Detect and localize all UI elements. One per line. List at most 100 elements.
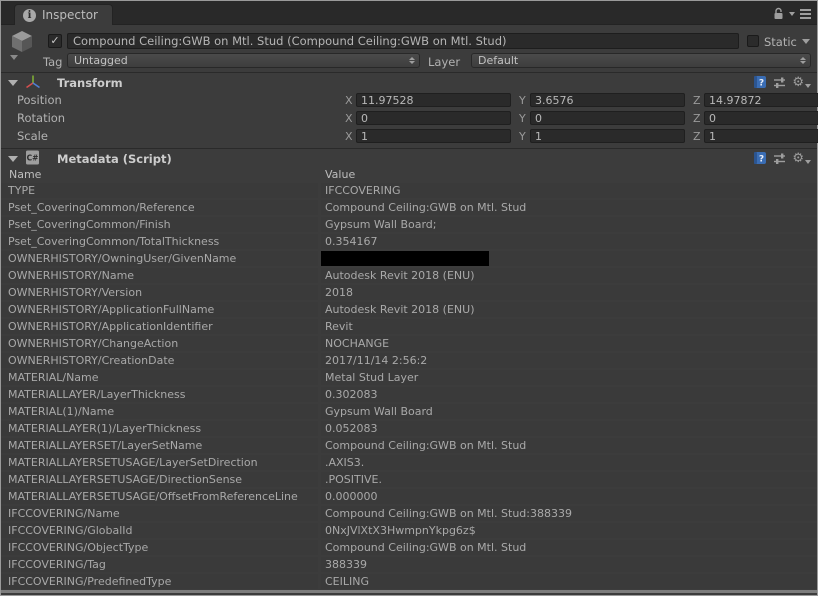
position-y-drag-label[interactable]: Y	[519, 94, 530, 107]
table-row: MATERIALLAYERSETUSAGE/LayerSetDirection.…	[1, 455, 817, 470]
row-value: 0.354167	[321, 234, 817, 249]
position-y-field[interactable]	[530, 93, 685, 107]
context-menu-gear-icon[interactable]: ⚙	[792, 76, 811, 89]
row-name: Pset_CoveringCommon/Finish	[1, 217, 318, 232]
row-value: Gypsum Wall Board;	[321, 217, 817, 232]
layer-label: Layer	[428, 55, 461, 69]
row-value: Gypsum Wall Board	[321, 404, 817, 419]
row-name: MATERIAL/Name	[1, 370, 318, 385]
rotation-row: Rotation X Y Z	[1, 109, 818, 127]
rotation-y-field[interactable]	[530, 111, 685, 125]
gameobject-cube-icon[interactable]	[10, 29, 34, 53]
row-name: IFCCOVERING/PredefinedType	[1, 574, 318, 589]
position-label: Position	[17, 93, 62, 107]
layer-dropdown[interactable]: Default	[471, 53, 811, 68]
table-row: OWNERHISTORY/Version 2018	[1, 285, 817, 300]
row-name: MATERIALLAYERSETUSAGE/OffsetFromReferenc…	[1, 489, 318, 504]
row-name: MATERIALLAYERSET/LayerSetName	[1, 438, 318, 453]
rotation-y-group: Y	[519, 111, 685, 125]
row-value	[321, 251, 817, 266]
table-row: MATERIAL/Name Metal Stud Layer	[1, 370, 817, 385]
row-value: 0.052083	[321, 421, 817, 436]
row-name: OWNERHISTORY/ApplicationIdentifier	[1, 319, 318, 334]
rotation-label: Rotation	[17, 111, 66, 125]
row-value: CEILING	[321, 574, 817, 589]
tab-inspector[interactable]: i Inspector	[14, 4, 113, 25]
position-x-drag-label[interactable]: X	[345, 94, 356, 107]
svg-text:?: ?	[759, 79, 764, 89]
transform-rows: Position X Y Z Rotation X Y Z Scale X Y Z	[1, 91, 818, 145]
rotation-z-field[interactable]	[704, 111, 818, 125]
presets-icon[interactable]	[773, 152, 786, 165]
position-z-drag-label[interactable]: Z	[693, 94, 704, 107]
position-z-group: Z	[693, 93, 818, 107]
position-y-group: Y	[519, 93, 685, 107]
row-name: OWNERHISTORY/Name	[1, 268, 318, 283]
layer-dropdown-arrows	[800, 57, 806, 64]
table-row: OWNERHISTORY/Name Autodesk Revit 2018 (EN…	[1, 268, 817, 283]
row-name: MATERIALLAYER/LayerThickness	[1, 387, 318, 402]
position-z-field[interactable]	[704, 93, 818, 107]
table-row: MATERIALLAYERSETUSAGE/DirectionSense .POS…	[1, 472, 817, 487]
table-row: OWNERHISTORY/ChangeAction NOCHANGE	[1, 336, 817, 351]
transform-title: Transform	[57, 76, 123, 90]
metadata-table-rows: TYPE IFCCOVERING Pset_CoveringCommon/Refer…	[1, 183, 817, 591]
row-name: MATERIALLAYERSETUSAGE/LayerSetDirection	[1, 455, 318, 470]
column-header-value: Value	[325, 168, 356, 181]
tab-menu-icon[interactable]	[800, 8, 811, 19]
context-menu-gear-icon[interactable]: ⚙	[792, 152, 811, 165]
rotation-z-drag-label[interactable]: Z	[693, 112, 704, 125]
transform-icon	[26, 75, 40, 89]
horizontal-scrollbar[interactable]	[1, 590, 817, 593]
tag-value: Untagged	[74, 54, 128, 67]
row-name: MATERIAL(1)/Name	[1, 404, 318, 419]
static-dropdown-icon[interactable]	[802, 39, 810, 44]
metadata-column-headers: Name Value	[1, 167, 817, 183]
static-checkbox[interactable]	[747, 35, 759, 47]
help-icon[interactable]: ?	[753, 75, 767, 89]
lock-icon[interactable]	[773, 7, 784, 20]
scale-y-group: Y	[519, 129, 685, 143]
icon-picker-arrow[interactable]	[10, 55, 18, 60]
svg-text:?: ?	[759, 155, 764, 165]
layer-value: Default	[478, 54, 519, 67]
transform-foldout-icon[interactable]	[8, 80, 18, 86]
info-icon: i	[23, 8, 36, 22]
metadata-foldout-icon[interactable]	[8, 156, 18, 162]
scale-z-field[interactable]	[704, 129, 818, 143]
scale-x-field[interactable]	[356, 129, 511, 143]
active-checkbox[interactable]: ✓	[48, 34, 62, 48]
table-row: IFCCOVERING/Tag 388339	[1, 557, 817, 572]
row-name: OWNERHISTORY/CreationDate	[1, 353, 318, 368]
inspector-window: i Inspector ✓ Static Tag Untagged	[0, 0, 818, 596]
row-name: IFCCOVERING/Tag	[1, 557, 318, 572]
rotation-x-group: X	[345, 111, 511, 125]
tab-bar: i Inspector	[1, 1, 817, 25]
tab-dropdown-icon[interactable]	[789, 11, 795, 16]
presets-icon[interactable]	[773, 76, 786, 89]
metadata-title: Metadata (Script)	[57, 152, 172, 166]
scale-x-drag-label[interactable]: X	[345, 130, 356, 143]
row-value: Autodesk Revit 2018 (ENU)	[321, 302, 817, 317]
row-name: Pset_CoveringCommon/TotalThickness	[1, 234, 318, 249]
tag-dropdown-arrows	[409, 57, 415, 64]
rotation-x-drag-label[interactable]: X	[345, 112, 356, 125]
row-value: Compound Ceiling:GWB on Mtl. Stud:388339	[321, 506, 817, 521]
scale-y-field[interactable]	[530, 129, 685, 143]
scale-z-drag-label[interactable]: Z	[693, 130, 704, 143]
position-x-field[interactable]	[356, 93, 511, 107]
rotation-y-drag-label[interactable]: Y	[519, 112, 530, 125]
gameobject-name-field[interactable]	[67, 33, 739, 49]
tag-dropdown[interactable]: Untagged	[67, 53, 420, 68]
table-row: OWNERHISTORY/CreationDate 2017/11/14 2:56…	[1, 353, 817, 368]
rotation-x-field[interactable]	[356, 111, 511, 125]
table-row: IFCCOVERING/PredefinedType CEILING	[1, 574, 817, 589]
table-row: Pset_CoveringCommon/Finish Gypsum Wall Bo…	[1, 217, 817, 232]
help-icon[interactable]: ?	[753, 151, 767, 165]
row-name: MATERIALLAYER(1)/LayerThickness	[1, 421, 318, 436]
tab-label: Inspector	[42, 8, 98, 22]
table-row: MATERIALLAYER/LayerThickness 0.302083	[1, 387, 817, 402]
row-name: TYPE	[1, 183, 318, 198]
row-value: Metal Stud Layer	[321, 370, 817, 385]
scale-y-drag-label[interactable]: Y	[519, 130, 530, 143]
